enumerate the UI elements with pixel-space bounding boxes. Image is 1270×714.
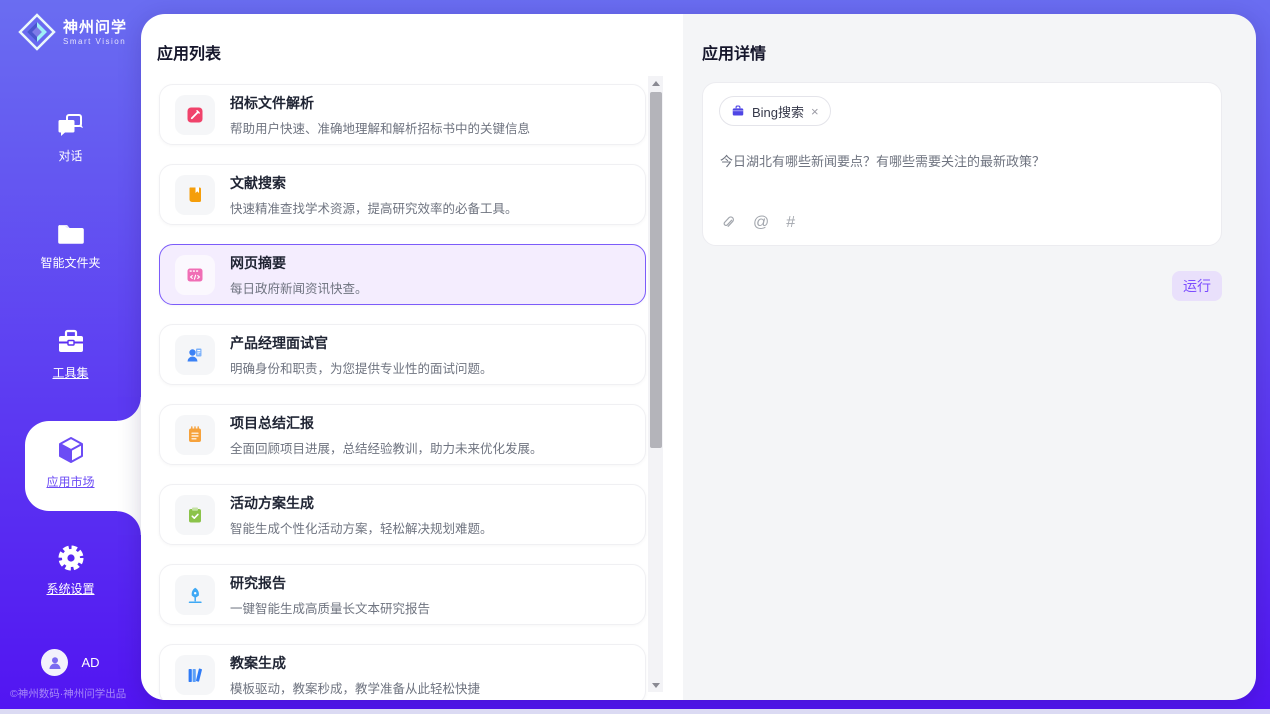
app-window: 神州问学 Smart Vision 对话 智能文件夹 — [0, 0, 1270, 714]
sidebar-item-app-market[interactable]: 应用市场 — [0, 434, 141, 491]
mention-icon[interactable]: @ — [753, 215, 769, 231]
sidebar-item-toolset[interactable]: 工具集 — [0, 328, 141, 382]
app-card-desc: 全面回顾项目进展，总结经验教训，助力未来优化发展。 — [230, 438, 543, 457]
app-card-event-plan[interactable]: 活动方案生成 智能生成个性化活动方案，轻松解决规划难题。 — [159, 484, 646, 545]
app-card-desc: 智能生成个性化活动方案，轻松解决规划难题。 — [230, 518, 493, 537]
sidebar-item-label: 工具集 — [52, 366, 88, 380]
app-card-desc: 帮助用户快速、准确地理解和解析招标书中的关键信息 — [230, 118, 530, 137]
sidebar-item-label: 系统设置 — [46, 582, 94, 596]
scrollbar-up-arrow[interactable] — [648, 76, 663, 90]
composer-toolbar: @ # — [720, 214, 795, 232]
notepad-icon — [185, 425, 205, 445]
edit-square-icon — [185, 105, 205, 125]
sidebar-item-label: 智能文件夹 — [40, 256, 100, 270]
logo-diamond-icon — [18, 13, 56, 51]
scrollbar-thumb[interactable] — [650, 92, 662, 448]
cube-icon — [55, 434, 87, 466]
app-card-pm-interviewer[interactable]: 产品经理面试官 明确身份和职责，为您提供专业性的面试问题。 — [159, 324, 646, 385]
app-card-title: 研究报告 — [230, 573, 430, 593]
sidebar: 神州问学 Smart Vision 对话 智能文件夹 — [0, 0, 141, 714]
app-card-title: 活动方案生成 — [230, 493, 493, 513]
logo-subtitle: Smart Vision — [63, 37, 127, 46]
app-list-panel: 应用列表 招标文件解析 帮助用户快速、准确地理解和解析招标书中的关键信息 — [141, 14, 683, 700]
app-card-desc: 每日政府新闻资讯快查。 — [230, 278, 368, 297]
tool-tag-close-icon[interactable]: × — [811, 105, 819, 118]
sidebar-item-settings[interactable]: 系统设置 — [0, 543, 141, 598]
app-card-project-summary[interactable]: 项目总结汇报 全面回顾项目进展，总结经验教训，助力未来优化发展。 — [159, 404, 646, 465]
scrollbar-down-arrow[interactable] — [648, 678, 663, 692]
app-card-title: 教案生成 — [230, 653, 480, 673]
chat-icon — [56, 112, 86, 140]
run-button[interactable]: 运行 — [1172, 271, 1222, 301]
app-card-desc: 快速精准查找学术资源，提高研究效率的必备工具。 — [230, 198, 518, 217]
folder-icon — [56, 221, 86, 247]
query-input-text[interactable]: 今日湖北有哪些新闻要点？有哪些需要关注的最新政策？ — [720, 152, 1200, 172]
book-icon — [185, 185, 205, 205]
prompt-composer[interactable]: Bing搜索 × 今日湖北有哪些新闻要点？有哪些需要关注的最新政策？ @ # — [702, 82, 1222, 246]
copyright-text: ©神州数码·神州问学出品 — [10, 686, 141, 701]
user-name: AD — [81, 655, 99, 670]
app-card-research-report[interactable]: 研究报告 一键智能生成高质量长文本研究报告 — [159, 564, 646, 625]
main-content: 应用列表 招标文件解析 帮助用户快速、准确地理解和解析招标书中的关键信息 — [141, 14, 1256, 700]
list-scrollbar[interactable] — [648, 76, 663, 692]
paperclip-icon[interactable] — [720, 214, 736, 232]
toolbox-icon — [56, 328, 86, 357]
tool-tag-label: Bing搜索 — [752, 102, 804, 121]
browser-icon — [185, 265, 205, 285]
app-card-desc: 明确身份和职责，为您提供专业性的面试问题。 — [230, 358, 493, 377]
user-account[interactable]: AD — [0, 649, 141, 676]
sidebar-item-chat[interactable]: 对话 — [0, 112, 141, 165]
app-card-desc: 模板驱动，教案秒成，教学准备从此轻松快捷 — [230, 678, 480, 697]
logo-title: 神州问学 — [63, 19, 127, 37]
logo: 神州问学 Smart Vision — [18, 13, 127, 51]
app-card-title: 产品经理面试官 — [230, 333, 493, 353]
app-card-title: 项目总结汇报 — [230, 413, 543, 433]
app-card-desc: 一键智能生成高质量长文本研究报告 — [230, 598, 430, 617]
app-card-title: 招标文件解析 — [230, 93, 530, 113]
tool-tag-bing-search[interactable]: Bing搜索 × — [719, 96, 831, 126]
interviewer-icon — [185, 345, 205, 365]
app-card-web-summary[interactable]: 网页摘要 每日政府新闻资讯快查。 — [159, 244, 646, 305]
app-detail-title: 应用详情 — [702, 40, 766, 64]
app-card-literature-search[interactable]: 文献搜索 快速精准查找学术资源，提高研究效率的必备工具。 — [159, 164, 646, 225]
gear-icon — [56, 543, 86, 573]
sidebar-item-smart-folder[interactable]: 智能文件夹 — [0, 221, 141, 272]
avatar — [41, 649, 68, 676]
ink-pen-icon — [185, 585, 205, 605]
briefcase-icon — [731, 104, 745, 118]
books-icon — [185, 665, 205, 685]
clipboard-check-icon — [185, 505, 205, 525]
sidebar-item-label: 应用市场 — [46, 475, 94, 489]
app-detail-panel: 应用详情 Bing搜索 × 今日湖北有哪些新闻要点？有哪些需要关注的最新政策？ — [683, 14, 1256, 700]
hashtag-icon[interactable]: # — [786, 215, 795, 231]
sidebar-item-label: 对话 — [58, 149, 82, 163]
active-pill-top-curve — [117, 397, 141, 421]
person-icon — [47, 655, 63, 671]
app-card-list: 招标文件解析 帮助用户快速、准确地理解和解析招标书中的关键信息 文献搜索 快速精… — [159, 84, 646, 700]
active-pill-bottom-curve — [117, 511, 141, 535]
bottom-edge-strip — [0, 709, 1270, 714]
app-list-title: 应用列表 — [157, 40, 221, 64]
app-card-lesson-plan[interactable]: 教案生成 模板驱动，教案秒成，教学准备从此轻松快捷 — [159, 644, 646, 700]
app-card-bid-parsing[interactable]: 招标文件解析 帮助用户快速、准确地理解和解析招标书中的关键信息 — [159, 84, 646, 145]
app-card-title: 网页摘要 — [230, 253, 368, 273]
app-card-title: 文献搜索 — [230, 173, 518, 193]
